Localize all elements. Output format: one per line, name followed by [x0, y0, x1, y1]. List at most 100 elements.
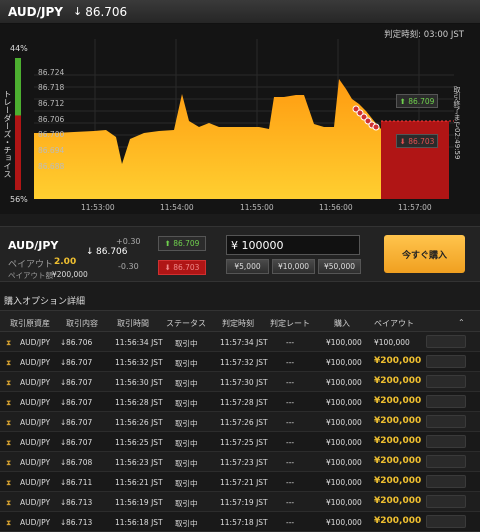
y-tick: 86.724 [38, 68, 65, 77]
x-tick: 11:53:00 [81, 203, 115, 212]
col-header[interactable]: ステータス [166, 318, 206, 329]
high-button[interactable]: ⬆ 86.709 [158, 236, 206, 251]
table-row: ⧗ AUD/JPY ↓ 86.713 11:56:18 JST 取引中 11:57:18 J… [0, 512, 480, 532]
row-buy: ¥100,000 [326, 498, 362, 507]
sell-button[interactable] [426, 395, 466, 408]
hourglass-icon: ⧗ [6, 498, 12, 507]
buy-now-button[interactable]: 今すぐ購入 [384, 235, 465, 273]
row-payout: ¥200,000 [374, 376, 422, 386]
row-payout: ¥200,000 [374, 516, 422, 526]
col-header[interactable]: 取引内容 [66, 318, 98, 329]
expiry-zone [381, 121, 449, 199]
amount-input[interactable] [226, 235, 360, 255]
y-tick: 86.706 [38, 115, 65, 124]
delta-up: +0.30 [116, 237, 141, 246]
row-rate: --- [286, 438, 295, 447]
row-time: 11:56:32 JST [115, 358, 163, 367]
row-status: 取引中 [175, 519, 198, 528]
asset-pair: AUD/JPY [8, 4, 63, 19]
col-header[interactable]: 判定レート [270, 318, 310, 329]
row-content: 86.707 [66, 358, 93, 367]
row-status: 取引中 [175, 419, 198, 428]
preset-50000-button[interactable]: ¥50,000 [318, 259, 361, 274]
row-status: 取引中 [175, 459, 198, 468]
row-judge: 11:57:34 JST [220, 338, 268, 347]
row-time: 11:56:28 JST [115, 398, 163, 407]
row-judge: 11:57:28 JST [220, 398, 268, 407]
x-tick: 11:57:00 [398, 203, 432, 212]
row-status: 取引中 [175, 339, 198, 348]
row-buy: ¥100,000 [326, 378, 362, 387]
table-row: ⧗ AUD/JPY ↓ 86.708 11:56:23 JST 取引中 11:57:23 J… [0, 452, 480, 472]
arrow-up-icon: ⬆ [399, 96, 409, 106]
y-tick: 86.712 [38, 99, 65, 108]
row-rate: --- [286, 338, 295, 347]
col-header[interactable]: 取引原資産 [10, 318, 50, 329]
row-payout: ¥200,000 [374, 476, 422, 486]
col-header[interactable]: ペイアウト [374, 318, 414, 329]
row-asset: AUD/JPY [20, 358, 51, 367]
sell-button[interactable] [426, 495, 466, 508]
payout-amount-value: ¥200,000 [52, 270, 88, 279]
gauge-top-percent: 44% [10, 44, 28, 53]
row-buy: ¥100,000 [326, 358, 362, 367]
payout-label: ペイアウト [8, 260, 54, 270]
payout-value: 2.00 [54, 257, 77, 267]
row-rate: --- [286, 398, 295, 407]
section-title: 購入オプション詳細 [4, 297, 86, 307]
hourglass-icon: ⧗ [6, 378, 12, 387]
col-header[interactable]: 購入 [334, 318, 350, 329]
hourglass-icon: ⧗ [6, 458, 12, 467]
arrow-down-icon: ⬇ [399, 136, 409, 146]
price-area [34, 79, 381, 199]
table-header: 取引原資産 取引内容 取引時間 ステータス 判定時刻 判定レート 購入 ペイアウ… [0, 310, 480, 332]
y-tick: 86.718 [38, 83, 65, 92]
row-judge: 11:57:21 JST [220, 478, 268, 487]
sell-button[interactable] [426, 435, 466, 448]
row-rate: --- [286, 418, 295, 427]
row-payout: ¥200,000 [374, 416, 422, 426]
col-header[interactable]: 取引時間 [117, 318, 149, 329]
table-row: ⧗ AUD/JPY ↓ 86.707 11:56:30 JST 取引中 11:57:30 J… [0, 372, 480, 392]
top-bar: AUD/JPY ↓ 86.706 [0, 0, 480, 24]
row-asset: AUD/JPY [20, 338, 51, 347]
row-time: 11:56:19 JST [115, 498, 163, 507]
col-header[interactable]: 判定時刻 [222, 318, 254, 329]
preset-10000-button[interactable]: ¥10,000 [272, 259, 315, 274]
low-button[interactable]: ⬇ 86.703 [158, 260, 206, 275]
row-asset: AUD/JPY [20, 398, 51, 407]
row-buy: ¥100,000 [326, 438, 362, 447]
row-payout: ¥200,000 [374, 396, 422, 406]
row-content: 86.708 [66, 458, 93, 467]
row-content: 86.707 [66, 418, 93, 427]
row-rate: --- [286, 498, 295, 507]
row-judge: 11:57:23 JST [220, 458, 268, 467]
sell-button[interactable] [426, 355, 466, 368]
chart-down-rate[interactable]: ⬇ 86.703 [396, 134, 438, 148]
sell-button[interactable] [426, 475, 466, 488]
row-asset: AUD/JPY [20, 418, 51, 427]
traders-choice-label: トレーダーズ・チョイス [3, 90, 12, 178]
sell-button[interactable] [426, 375, 466, 388]
row-time: 11:56:26 JST [115, 418, 163, 427]
row-rate: --- [286, 458, 295, 467]
table-row: ⧗ AUD/JPY ↓ 86.713 11:56:19 JST 取引中 11:57:19 J… [0, 492, 480, 512]
row-payout: ¥200,000 [374, 496, 422, 506]
sell-button[interactable] [426, 415, 466, 428]
row-time: 11:56:25 JST [115, 438, 163, 447]
chart-up-rate[interactable]: ⬆ 86.709 [396, 94, 438, 108]
table-row: ⧗ AUD/JPY ↓ 86.706 11:56:34 JST 取引中 11:57:34 J… [0, 332, 480, 352]
payout-amount-label: ペイアウト額 [8, 271, 53, 280]
y-tick: 86.700 [38, 130, 65, 139]
row-time: 11:56:30 JST [115, 378, 163, 387]
row-judge: 11:57:30 JST [220, 378, 268, 387]
sell-button[interactable] [426, 335, 466, 348]
traders-choice-gauge [15, 58, 21, 190]
preset-5000-button[interactable]: ¥5,000 [226, 259, 269, 274]
price-chart: 判定時刻: 03:00 JST 44% トレーダーズ・チョイス 56% 86.7… [0, 24, 480, 214]
x-tick: 11:54:00 [160, 203, 194, 212]
sell-button[interactable] [426, 455, 466, 468]
collapse-icon[interactable]: ⌃ [458, 318, 465, 327]
x-tick: 11:55:00 [240, 203, 274, 212]
sell-button[interactable] [426, 515, 466, 528]
